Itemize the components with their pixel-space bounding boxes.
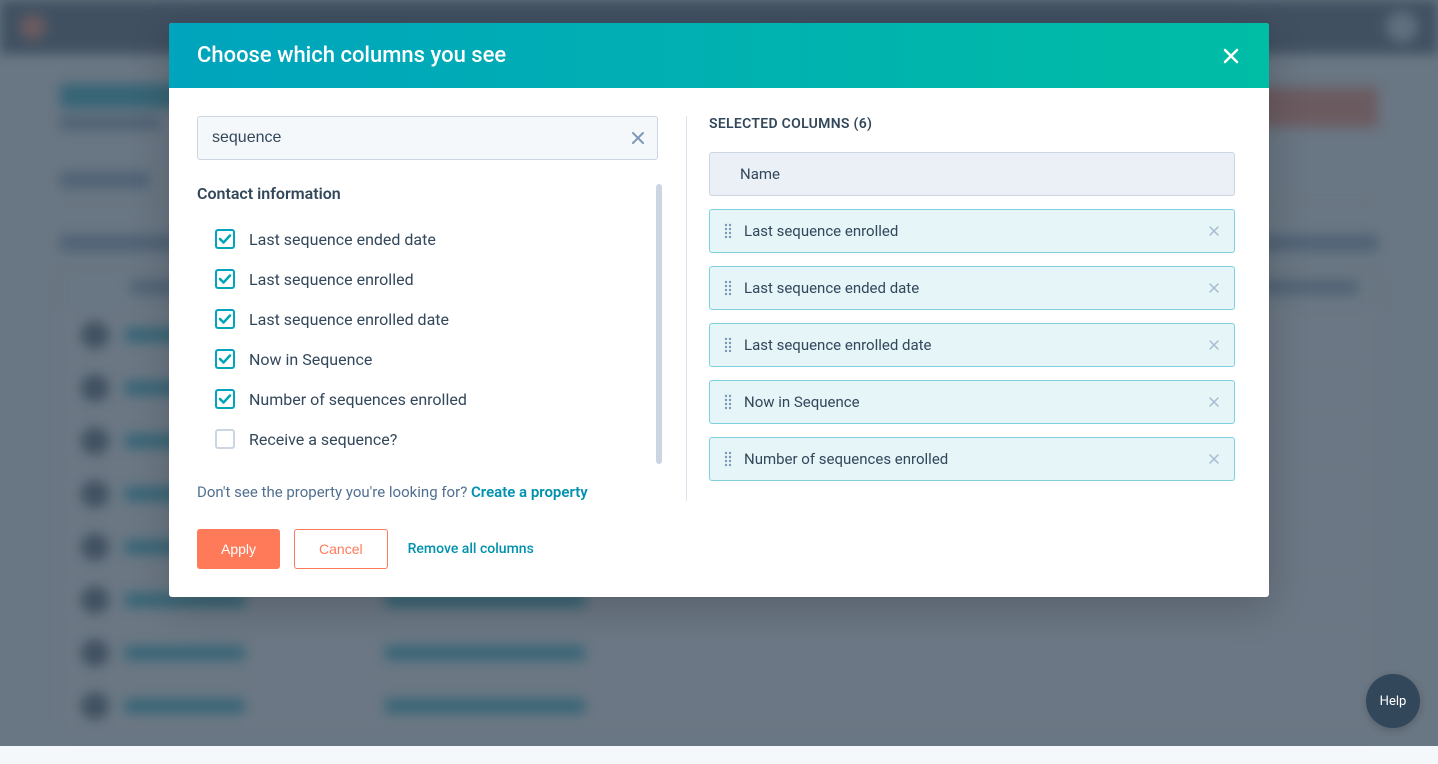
remove-all-columns-link[interactable]: Remove all columns (408, 541, 534, 557)
close-icon (1208, 339, 1220, 351)
selected-column-label: Last sequence enrolled date (744, 336, 1208, 354)
property-checkbox[interactable] (215, 389, 235, 409)
modal-header: Choose which columns you see (169, 23, 1269, 88)
selected-column-item[interactable]: Now in Sequence (709, 380, 1235, 424)
property-label: Last sequence enrolled date (249, 310, 449, 329)
modal-footer: Apply Cancel Remove all columns (169, 529, 1269, 597)
property-checkbox[interactable] (215, 309, 235, 329)
property-label: Receive a sequence? (249, 430, 397, 449)
selected-columns-panel: SELECTED COLUMNS6 Name Last sequence enro… (687, 116, 1269, 501)
drag-handle-icon[interactable] (724, 394, 732, 410)
selected-column-item[interactable]: Last sequence ended date (709, 266, 1235, 310)
property-item[interactable]: Last sequence enrolled (197, 259, 638, 299)
property-label: Number of sequences enrolled (249, 390, 467, 409)
scrollbar-thumb[interactable] (656, 184, 662, 464)
selected-column-label: Number of sequences enrolled (744, 450, 1208, 468)
remove-column-button[interactable] (1208, 282, 1220, 294)
drag-handle-icon[interactable] (724, 223, 732, 239)
selected-column-item: Name (709, 152, 1235, 196)
selected-column-item[interactable]: Last sequence enrolled date (709, 323, 1235, 367)
available-columns-panel: Contact information Last sequence ended … (169, 116, 687, 501)
property-item[interactable]: Last sequence ended date (197, 219, 638, 259)
property-item[interactable]: Number of sequences enrolled (197, 379, 638, 419)
selected-columns-list: Name Last sequence enrolled Last sequence … (709, 152, 1235, 481)
edit-columns-modal: Choose which columns you see Contact inf… (169, 23, 1269, 597)
close-icon (1208, 453, 1220, 465)
selected-column-label: Last sequence ended date (744, 279, 1208, 297)
search-wrapper (197, 116, 658, 160)
property-item[interactable]: Last sequence enrolled date (197, 299, 638, 339)
modal-title: Choose which columns you see (197, 43, 506, 68)
selected-column-label: Last sequence enrolled (744, 222, 1208, 240)
close-icon (1208, 225, 1220, 237)
property-item[interactable]: Receive a sequence? (197, 419, 638, 459)
clear-search-button[interactable] (630, 130, 646, 146)
property-label: Now in Sequence (249, 350, 372, 369)
selected-columns-heading: SELECTED COLUMNS6 (709, 116, 1235, 132)
property-item[interactable]: Now in Sequence (197, 339, 638, 379)
help-widget-button[interactable]: Help (1366, 674, 1420, 728)
check-icon (218, 352, 232, 366)
drag-handle-icon[interactable] (724, 451, 732, 467)
check-icon (218, 232, 232, 246)
property-list: Last sequence ended date Last sequence en… (197, 219, 638, 459)
create-property-prompt: Don't see the property you're looking fo… (197, 483, 658, 501)
property-label: Last sequence ended date (249, 230, 436, 249)
selected-column-label: Now in Sequence (744, 393, 1208, 411)
remove-column-button[interactable] (1208, 396, 1220, 408)
remove-column-button[interactable] (1208, 225, 1220, 237)
check-icon (218, 312, 232, 326)
close-icon (1208, 396, 1220, 408)
property-checkbox[interactable] (215, 429, 235, 449)
search-input[interactable] (197, 116, 658, 160)
property-scroll-area: Contact information Last sequence ended … (197, 184, 658, 459)
drag-handle-icon[interactable] (724, 337, 732, 353)
apply-button[interactable]: Apply (197, 529, 280, 569)
close-icon (1208, 282, 1220, 294)
close-button[interactable] (1221, 46, 1241, 66)
property-group-heading: Contact information (197, 184, 638, 203)
selected-column-label: Name (724, 165, 1220, 183)
remove-column-button[interactable] (1208, 453, 1220, 465)
property-checkbox[interactable] (215, 349, 235, 369)
selected-column-item[interactable]: Last sequence enrolled (709, 209, 1235, 253)
remove-column-button[interactable] (1208, 339, 1220, 351)
property-label: Last sequence enrolled (249, 270, 414, 289)
selected-column-item[interactable]: Number of sequences enrolled (709, 437, 1235, 481)
create-property-link[interactable]: Create a property (471, 483, 588, 501)
cancel-button[interactable]: Cancel (294, 529, 388, 569)
modal-body: Contact information Last sequence ended … (169, 88, 1269, 529)
close-icon (1221, 46, 1241, 66)
property-checkbox[interactable] (215, 229, 235, 249)
close-icon (630, 130, 646, 146)
property-checkbox[interactable] (215, 269, 235, 289)
drag-handle-icon[interactable] (724, 280, 732, 296)
check-icon (218, 392, 232, 406)
check-icon (218, 272, 232, 286)
